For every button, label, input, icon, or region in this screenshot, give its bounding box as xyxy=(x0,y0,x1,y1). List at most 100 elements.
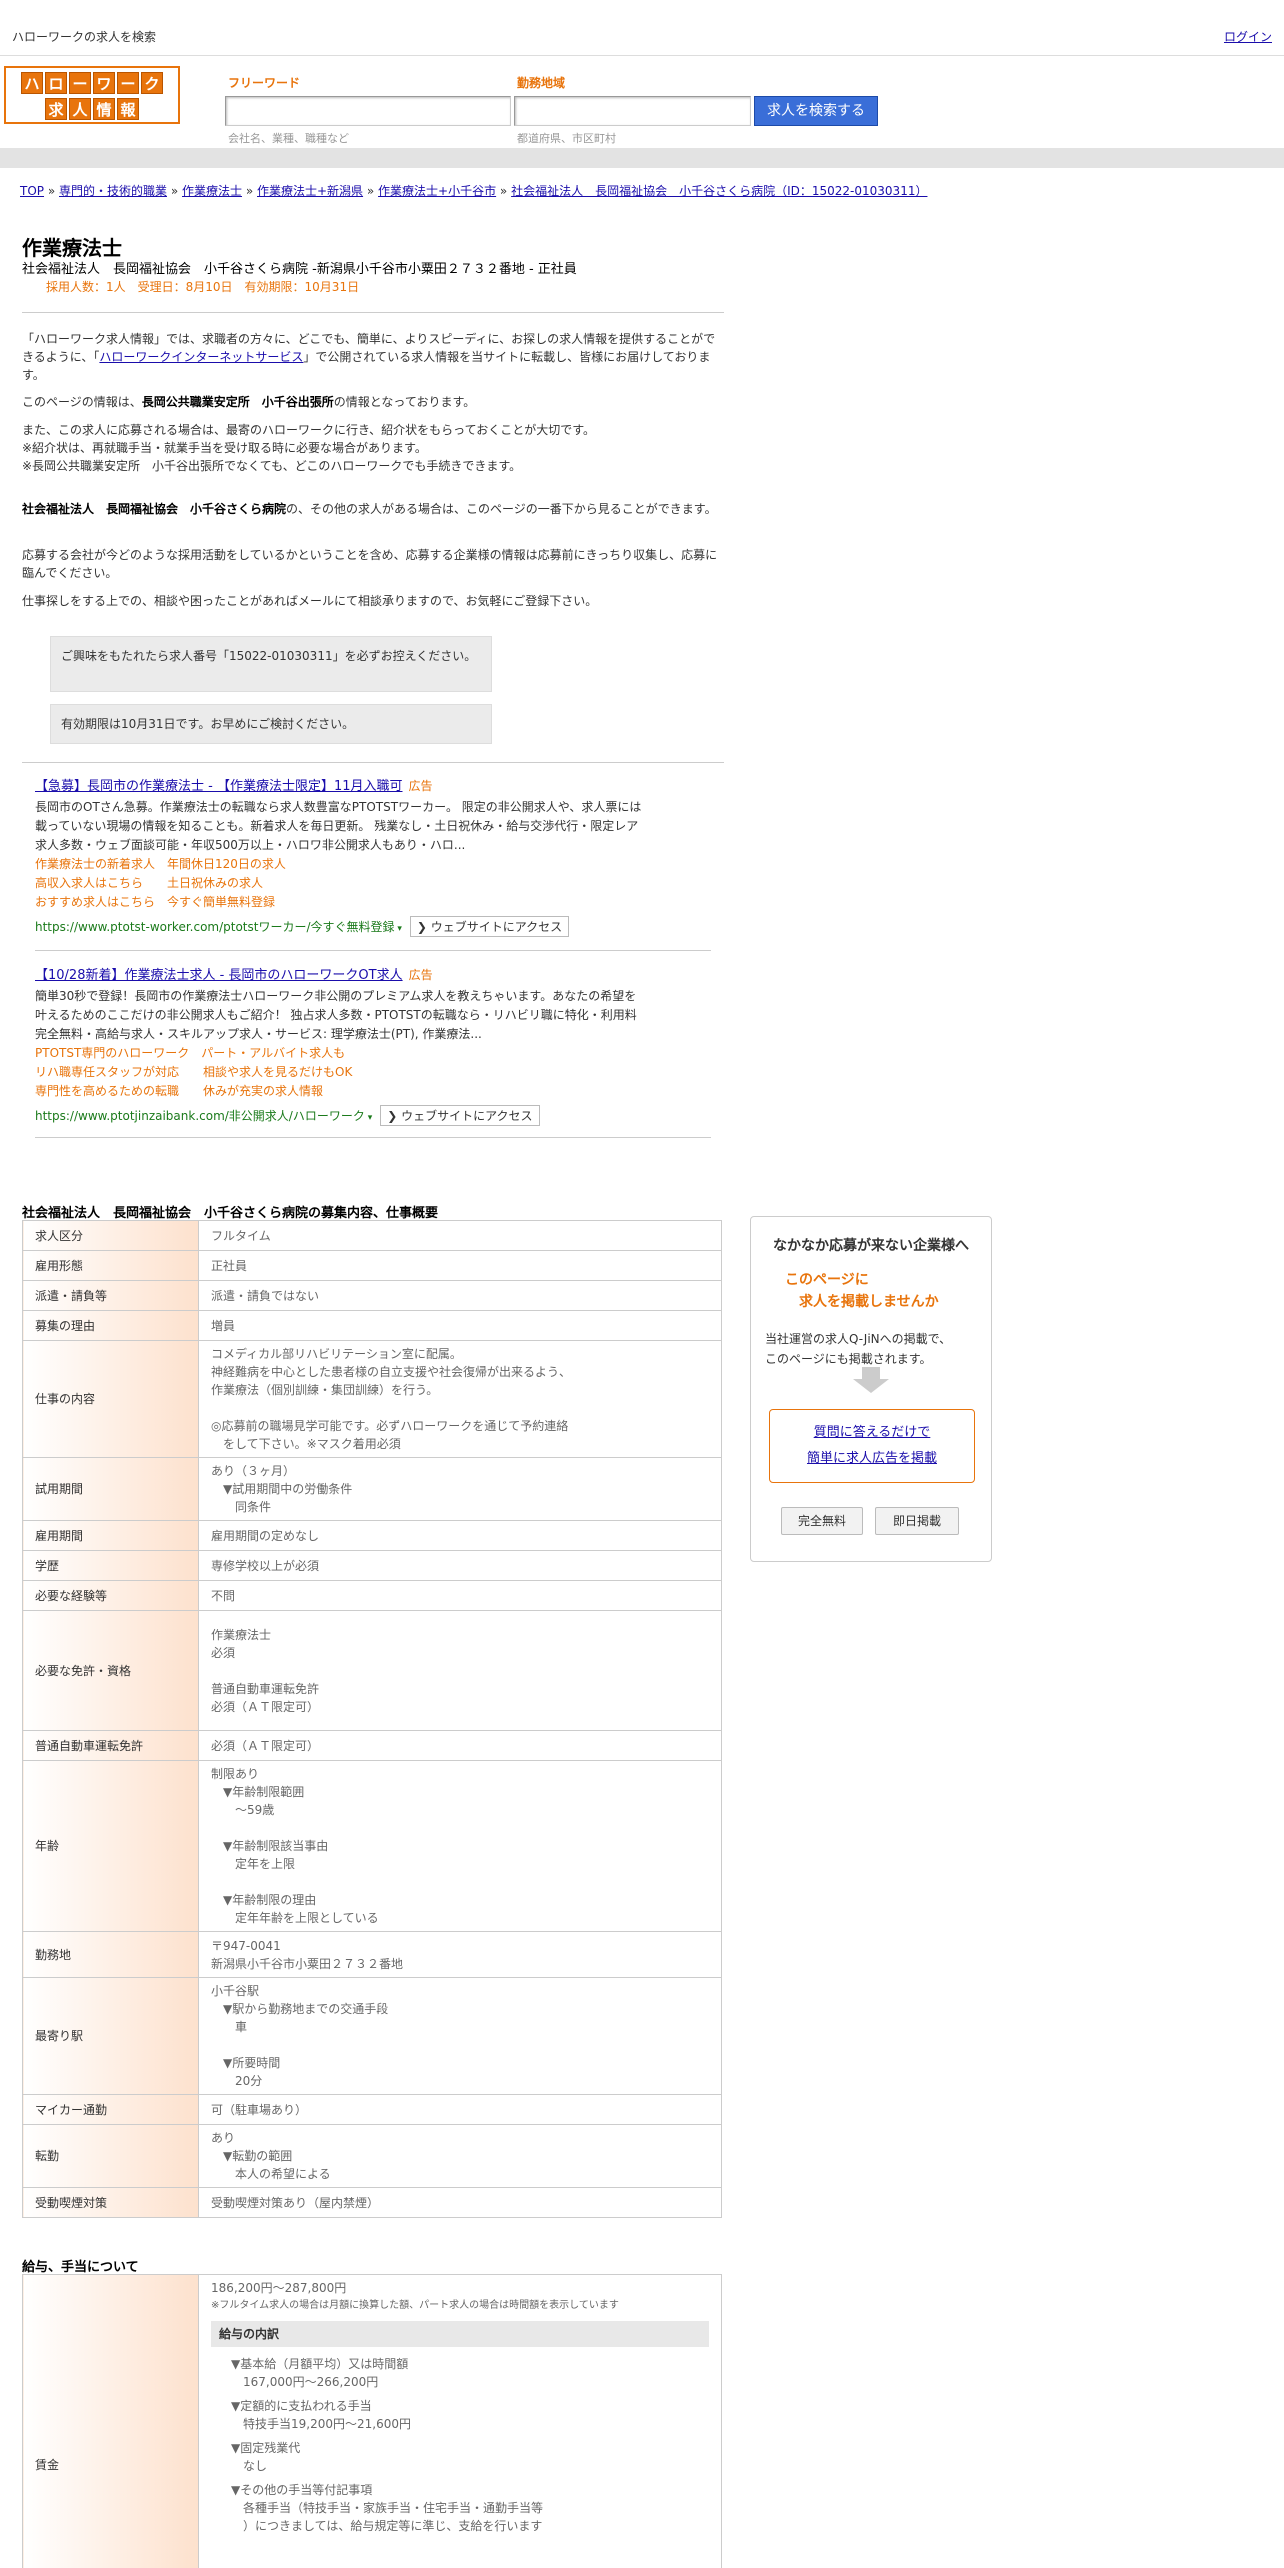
site-logo[interactable]: ハローワーク 求人情報 xyxy=(4,66,180,124)
breadcrumb-link[interactable]: TOP xyxy=(20,184,44,198)
row-value: 小千谷駅 ▼駅から勤務地までの交通手段 車 ▼所要時間 20分 xyxy=(198,1977,722,2095)
sidebar-link[interactable]: 質問に答えるだけで xyxy=(814,1425,931,1440)
table-row: 賃金 186,200円〜287,800円 ※フルタイム求人の場合は月額に換算した… xyxy=(22,2274,722,2568)
ad-sitelink[interactable]: リハ職専任スタッフが対応 相談や求人を見るだけもOK xyxy=(35,1063,715,1082)
logo-char: ロ xyxy=(45,72,67,94)
row-label: 最寄り駅 xyxy=(22,1977,199,2095)
row-label: 雇用期間 xyxy=(22,1520,199,1551)
ad-sitelink[interactable]: PTOTST専門のハローワーク パート・アルバイト求人も xyxy=(35,1044,715,1063)
salary-item: ▼固定残業代 なし xyxy=(231,2441,301,2473)
row-label: 求人区分 xyxy=(22,1220,199,1251)
table-row: 必要な経験等 不問 xyxy=(22,1580,722,1611)
breadcrumb-link[interactable]: 作業療法士 xyxy=(182,184,242,198)
site-title: ハローワークの求人を検索 xyxy=(12,30,157,44)
same-day-button[interactable]: 即日掲載 xyxy=(875,1507,959,1535)
job-title: 作業療法士 xyxy=(22,236,122,260)
sidebar-body: 当社運営の求人Q-JiNへの掲載で、 このページにも掲載されます。 xyxy=(765,1332,952,1366)
sidebar-link[interactable]: 簡単に求人広告を掲載 xyxy=(807,1451,937,1466)
ad-headline[interactable]: 【10/28新着】作業療法士求人 - 長岡市のハローワークOT求人 xyxy=(35,968,403,983)
breadcrumb-link[interactable]: 専門的・技術的職業 xyxy=(59,184,167,198)
hellowork-internet-link[interactable]: ハローワークインターネットサービス xyxy=(99,350,303,364)
logo-char: 求 xyxy=(45,98,67,120)
row-label: 派遣・請負等 xyxy=(22,1280,199,1311)
ad-url[interactable]: https://www.ptotst-worker.com/ptotstワーカー… xyxy=(35,920,395,934)
table-row: 最寄り駅 小千谷駅 ▼駅から勤務地までの交通手段 車 ▼所要時間 20分 xyxy=(22,1977,722,2095)
row-value: フルタイム xyxy=(198,1220,722,1251)
row-label: 必要な経験等 xyxy=(22,1580,199,1611)
row-value: 〒947-0041 新潟県小千谷市小粟田２７３２番地 xyxy=(198,1931,722,1978)
table-row: 年齢 制限あり ▼年齢制限範囲 〜59歳 ▼年齢制限該当事由 定年を上限 ▼年齢制… xyxy=(22,1760,722,1932)
search-header: ハローワーク 求人情報 フリーワード 会社名、業種、職種など 勤務地域 都道府県… xyxy=(0,56,1284,148)
divider xyxy=(22,312,724,313)
row-value: 正社員 xyxy=(198,1250,722,1281)
source-paragraph: このページの情報は、長岡公共職業安定所 小千谷出張所の情報となっております。 xyxy=(22,395,476,409)
salary-item: ▼定額的に支払われる手当 特技手当19,200円〜21,600円 xyxy=(231,2399,411,2431)
referral-paragraph: また、この求人に応募される場合は、最寄のハローワークに行き、紹介状をもらっておく… xyxy=(22,423,596,473)
ad-tag: 広告 xyxy=(408,779,433,793)
breadcrumb-link[interactable]: 作業療法士+新潟県 xyxy=(257,184,363,198)
salary-item: ▼基本給（月額平均）又は時間額 167,000円〜266,200円 xyxy=(231,2357,409,2389)
row-label: 学歴 xyxy=(22,1550,199,1581)
breadcrumb-link[interactable]: 社会福祉法人 長岡福祉協会 小千谷さくら病院（ID：15022-01030311… xyxy=(511,184,927,198)
salary-item: ▼その他の手当等付記事項 各種手当（特技手当・家族手当・住宅手当・通勤手当等 ）… xyxy=(231,2483,544,2533)
table-row: 必要な免許・資格 作業療法士 必須 普通自動車運転免許 必須（ＡＴ限定可） xyxy=(22,1610,722,1731)
table-row: 普通自動車運転免許 必須（ＡＴ限定可） xyxy=(22,1730,722,1761)
visit-site-button[interactable]: ❯ ウェブサイトにアクセス xyxy=(380,1105,540,1126)
row-value: 不問 xyxy=(198,1580,722,1611)
job-meta: 採用人数：1人 受理日：8月10日 有効期限：10月31日 xyxy=(46,280,360,294)
ad-sitelink[interactable]: 専門性を高めるための転職 休みが充実の求人情報 xyxy=(35,1082,715,1101)
row-label: 必要な免許・資格 xyxy=(22,1610,199,1731)
divider-band xyxy=(0,148,1284,168)
table-row: 学歴 専修学校以上が必須 xyxy=(22,1550,722,1581)
logo-char: ワ xyxy=(93,72,115,94)
details-table: 求人区分 フルタイム 雇用形態 正社員 派遣・請負等 派遣・請負ではない 募集の理由 増員 仕事… xyxy=(22,1220,722,2218)
divider xyxy=(35,950,711,951)
visit-site-button[interactable]: ❯ ウェブサイトにアクセス xyxy=(409,916,570,937)
row-label: 試用期間 xyxy=(22,1457,199,1521)
sidebar-title: なかなか応募が来ない企業様へ xyxy=(773,1238,969,1254)
ad-headline[interactable]: 【急募】長岡市の作業療法士 - 【作業療法士限定】11月入職可 xyxy=(35,779,403,794)
row-value: 増員 xyxy=(198,1310,722,1341)
salary-table: 賃金 186,200円〜287,800円 ※フルタイム求人の場合は月額に換算した… xyxy=(22,2274,722,2568)
row-value: あり ▼転勤の範囲 本人の希望による xyxy=(198,2124,722,2188)
freeword-input[interactable] xyxy=(225,96,511,126)
row-label: 受動喫煙対策 xyxy=(22,2187,199,2218)
row-label: 雇用形態 xyxy=(22,1250,199,1281)
job-subtitle: 社会福祉法人 長岡福祉協会 小千谷さくら病院 -新潟県小千谷市小粟田２７３２番地… xyxy=(22,262,577,277)
salary-note: ※フルタイム求人の場合は月額に換算した額、パート求人の場合は時間額を表示していま… xyxy=(211,2300,619,2311)
table-row: 雇用期間 雇用期間の定めなし xyxy=(22,1520,722,1551)
ad-block: 【急募】長岡市の作業療法士 - 【作業療法士限定】11月入職可 広告 長岡市のOT… xyxy=(35,775,715,937)
row-value: コメディカル部リハビリテーション室に配属。 神経難病を中心とした患者様の自立支援… xyxy=(198,1340,722,1458)
breadcrumb-separator: » xyxy=(44,184,59,198)
salary-heading: 給与、手当について xyxy=(22,2260,139,2275)
freeword-label: フリーワード xyxy=(228,76,301,90)
ad-sitelink[interactable]: 作業療法士の新着求人 年間休日120日の求人 xyxy=(35,855,715,874)
row-value: 受動喫煙対策あり（屋内禁煙） xyxy=(198,2187,722,2218)
deadline-note: 有効期限は10月31日です。お早めにご検討ください。 xyxy=(50,704,492,744)
login-link[interactable]: ログイン xyxy=(1224,28,1272,45)
breakdown-heading: 給与の内訳 xyxy=(211,2321,709,2347)
search-button[interactable]: 求人を検索する xyxy=(754,96,878,126)
breadcrumb-link[interactable]: 作業療法士+小千谷市 xyxy=(378,184,496,198)
sidebar-accent: このページに 求人を掲載しませんか xyxy=(785,1272,939,1310)
ad-url[interactable]: https://www.ptotjinzaibank.com/非公開求人/ハロー… xyxy=(35,1109,365,1123)
table-row: 受動喫煙対策 受動喫煙対策あり（屋内禁煙） xyxy=(22,2187,722,2218)
area-hint: 都道府県、市区町村 xyxy=(517,132,616,145)
logo-char: 報 xyxy=(117,98,139,120)
breadcrumb: TOP » 専門的・技術的職業 » 作業療法士 » 作業療法士+新潟県 » 作業… xyxy=(20,182,927,199)
row-value: 派遣・請負ではない xyxy=(198,1280,722,1311)
free-button[interactable]: 完全無料 xyxy=(781,1507,863,1535)
area-input[interactable] xyxy=(514,96,751,126)
other-jobs-paragraph: 社会福祉法人 長岡福祉協会 小千谷さくら病院の、その他の求人がある場合は、このペ… xyxy=(22,502,717,516)
row-value: 必須（ＡＴ限定可） xyxy=(198,1730,722,1761)
ad-sitelink[interactable]: 高収入求人はこちら 土日祝休みの求人 xyxy=(35,874,715,893)
table-row: マイカー通勤 可（駐車場あり） xyxy=(22,2094,722,2125)
logo-char: ー xyxy=(117,72,139,94)
table-row: 派遣・請負等 派遣・請負ではない xyxy=(22,1280,722,1311)
area-label: 勤務地域 xyxy=(517,76,566,90)
ad-sitelink[interactable]: おすすめ求人はこちら 今すぐ簡単無料登録 xyxy=(35,893,715,912)
logo-char: ー xyxy=(69,72,91,94)
row-value: 制限あり ▼年齢制限範囲 〜59歳 ▼年齢制限該当事由 定年を上限 ▼年齢制限の… xyxy=(198,1760,722,1932)
row-label: 募集の理由 xyxy=(22,1310,199,1341)
ad-block: 【10/28新着】作業療法士求人 - 長岡市のハローワークOT求人 広告 簡単30… xyxy=(35,964,715,1126)
